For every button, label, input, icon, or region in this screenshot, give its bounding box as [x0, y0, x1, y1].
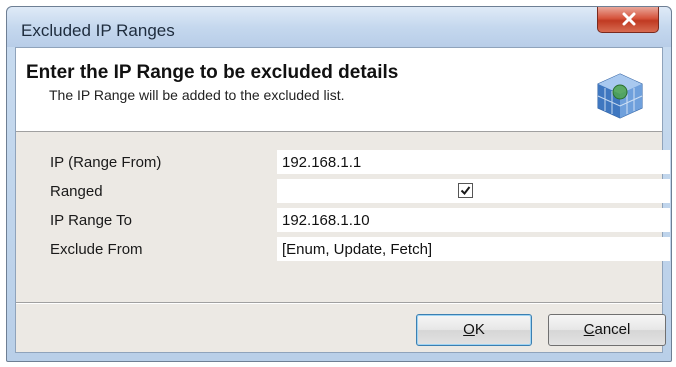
field-label: Ranged	[50, 183, 103, 200]
field-row-ip-range-from: IP (Range From) 192.168.1.1	[30, 148, 670, 177]
ip-range-to-field[interactable]: 192.168.1.10	[277, 208, 670, 232]
property-grid: IP (Range From) 192.168.1.1 Ranged IP Ra…	[30, 148, 670, 264]
close-icon	[622, 12, 636, 26]
dialog-window: Excluded IP Ranges Enter the IP Range to…	[6, 6, 672, 362]
exclude-from-field[interactable]: [Enum, Update, Fetch]	[277, 237, 670, 261]
ok-button[interactable]: OK	[416, 314, 532, 346]
field-label: IP (Range From)	[50, 154, 162, 171]
window-title: Excluded IP Ranges	[21, 21, 175, 40]
header-title: Enter the IP Range to be excluded detail…	[26, 62, 399, 83]
field-label: Exclude From	[50, 241, 143, 258]
ranged-field[interactable]	[277, 179, 670, 203]
field-row-ip-range-to: IP Range To 192.168.1.10	[30, 206, 670, 235]
ip-range-from-field[interactable]: 192.168.1.1	[277, 150, 670, 174]
field-label: IP Range To	[50, 212, 133, 229]
header-subtitle: The IP Range will be added to the exclud…	[49, 87, 345, 103]
field-row-exclude-from: Exclude From [Enum, Update, Fetch]	[30, 235, 670, 264]
dialog-header: Enter the IP Range to be excluded detail…	[16, 48, 662, 132]
dialog-client-area: Enter the IP Range to be excluded detail…	[15, 47, 670, 353]
title-bar[interactable]: Excluded IP Ranges	[7, 7, 671, 47]
close-button[interactable]	[597, 7, 659, 33]
ranged-checkbox[interactable]	[458, 183, 473, 198]
footer-divider	[16, 302, 662, 304]
cancel-button[interactable]: Cancel	[548, 314, 666, 346]
network-cube-icon	[597, 73, 643, 119]
field-row-ranged: Ranged	[30, 177, 670, 206]
checkmark-icon	[460, 186, 471, 196]
